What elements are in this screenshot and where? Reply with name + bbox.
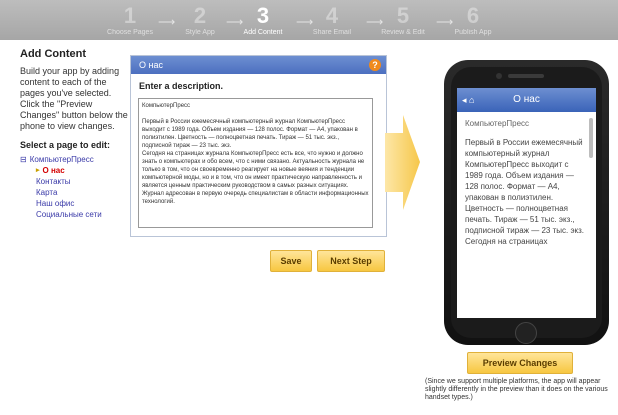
- step-label: Publish App: [454, 29, 492, 36]
- page-item-office[interactable]: Наш офис: [20, 198, 130, 209]
- step-number: 3: [256, 3, 270, 28]
- editor-header: О нас ?: [131, 56, 386, 74]
- phone-preview: ◂ ⌂ О нас КомпьютерПресс Первый в России…: [444, 60, 609, 345]
- tree-root-label: КомпьютерПресс: [29, 155, 94, 164]
- panel-title: Add Content: [20, 48, 86, 60]
- step-number: 6: [466, 3, 480, 28]
- description-textarea[interactable]: [138, 98, 373, 228]
- step-add-content[interactable]: 3 Add Content: [228, 4, 298, 37]
- home-button[interactable]: [515, 322, 537, 344]
- page-item-map[interactable]: Карта: [20, 187, 130, 198]
- arrow-right-icon: [385, 115, 420, 210]
- page-item-contacts[interactable]: Контакты: [20, 176, 130, 187]
- phone-body: Первый в России ежемесячный компьютерный…: [465, 138, 585, 246]
- step-share-email[interactable]: 4 Share Email: [297, 4, 367, 37]
- step-label: Choose Pages: [107, 29, 153, 36]
- step-label: Share Email: [312, 29, 352, 36]
- step-number: 2: [193, 3, 207, 28]
- step-review-edit[interactable]: 5 Review & Edit: [368, 4, 438, 37]
- phone-content: КомпьютерПресс Первый в России ежемесячн…: [457, 112, 596, 253]
- page-item-label: Наш офис: [36, 199, 75, 208]
- speaker-icon: [508, 74, 544, 78]
- page-item-about[interactable]: ▸ О нас: [20, 165, 130, 176]
- description-prompt: Enter a description.: [139, 81, 224, 91]
- page-item-label: Социальные сети: [36, 210, 102, 219]
- phone-heading: КомпьютерПресс: [465, 119, 530, 128]
- wizard-steps: 1 Choose Pages ⟶ 2 Style App ⟶ 3 Add Con…: [0, 0, 618, 40]
- minus-icon: ⊟: [20, 155, 27, 164]
- caret-right-icon: ▸: [36, 167, 40, 174]
- content-editor: О нас ? Enter a description.: [130, 55, 387, 237]
- page-item-social[interactable]: Социальные сети: [20, 209, 130, 220]
- select-page-label: Select a page to edit:: [20, 140, 111, 150]
- help-icon[interactable]: ?: [369, 59, 381, 71]
- step-style-app[interactable]: 2 Style App: [165, 4, 235, 37]
- instructions: Build your app by adding content to each…: [20, 66, 128, 131]
- step-number: 4: [325, 3, 339, 28]
- phone-screen: ◂ ⌂ О нас КомпьютерПресс Первый в России…: [457, 88, 596, 318]
- platform-note: (Since we support multiple platforms, th…: [425, 378, 608, 401]
- phone-nav-bar: ◂ ⌂ О нас: [457, 88, 596, 112]
- editor-title: О нас: [139, 60, 163, 70]
- phone-scrollbar[interactable]: [589, 118, 593, 158]
- page-item-label: О нас: [42, 166, 65, 175]
- camera-icon: [496, 73, 502, 79]
- preview-changes-button[interactable]: Preview Changes: [467, 352, 573, 374]
- page-item-label: Контакты: [36, 177, 71, 186]
- step-choose-pages[interactable]: 1 Choose Pages: [95, 4, 165, 37]
- left-panel: Add Content Build your app by adding con…: [20, 48, 130, 220]
- step-publish-app[interactable]: 6 Publish App: [438, 4, 508, 37]
- phone-title: О нас: [513, 94, 540, 105]
- save-button[interactable]: Save: [270, 250, 312, 272]
- next-step-button[interactable]: Next Step: [317, 250, 385, 272]
- step-label: Style App: [185, 29, 215, 36]
- step-number: 5: [396, 3, 410, 28]
- step-label: Review & Edit: [381, 29, 425, 36]
- step-number: 1: [123, 3, 137, 28]
- tree-root[interactable]: ⊟ КомпьютерПресс: [20, 154, 130, 165]
- step-label: Add Content: [243, 29, 283, 36]
- page-item-label: Карта: [36, 188, 58, 197]
- page-tree: ⊟ КомпьютерПресс ▸ О нас Контакты Карта …: [20, 154, 130, 220]
